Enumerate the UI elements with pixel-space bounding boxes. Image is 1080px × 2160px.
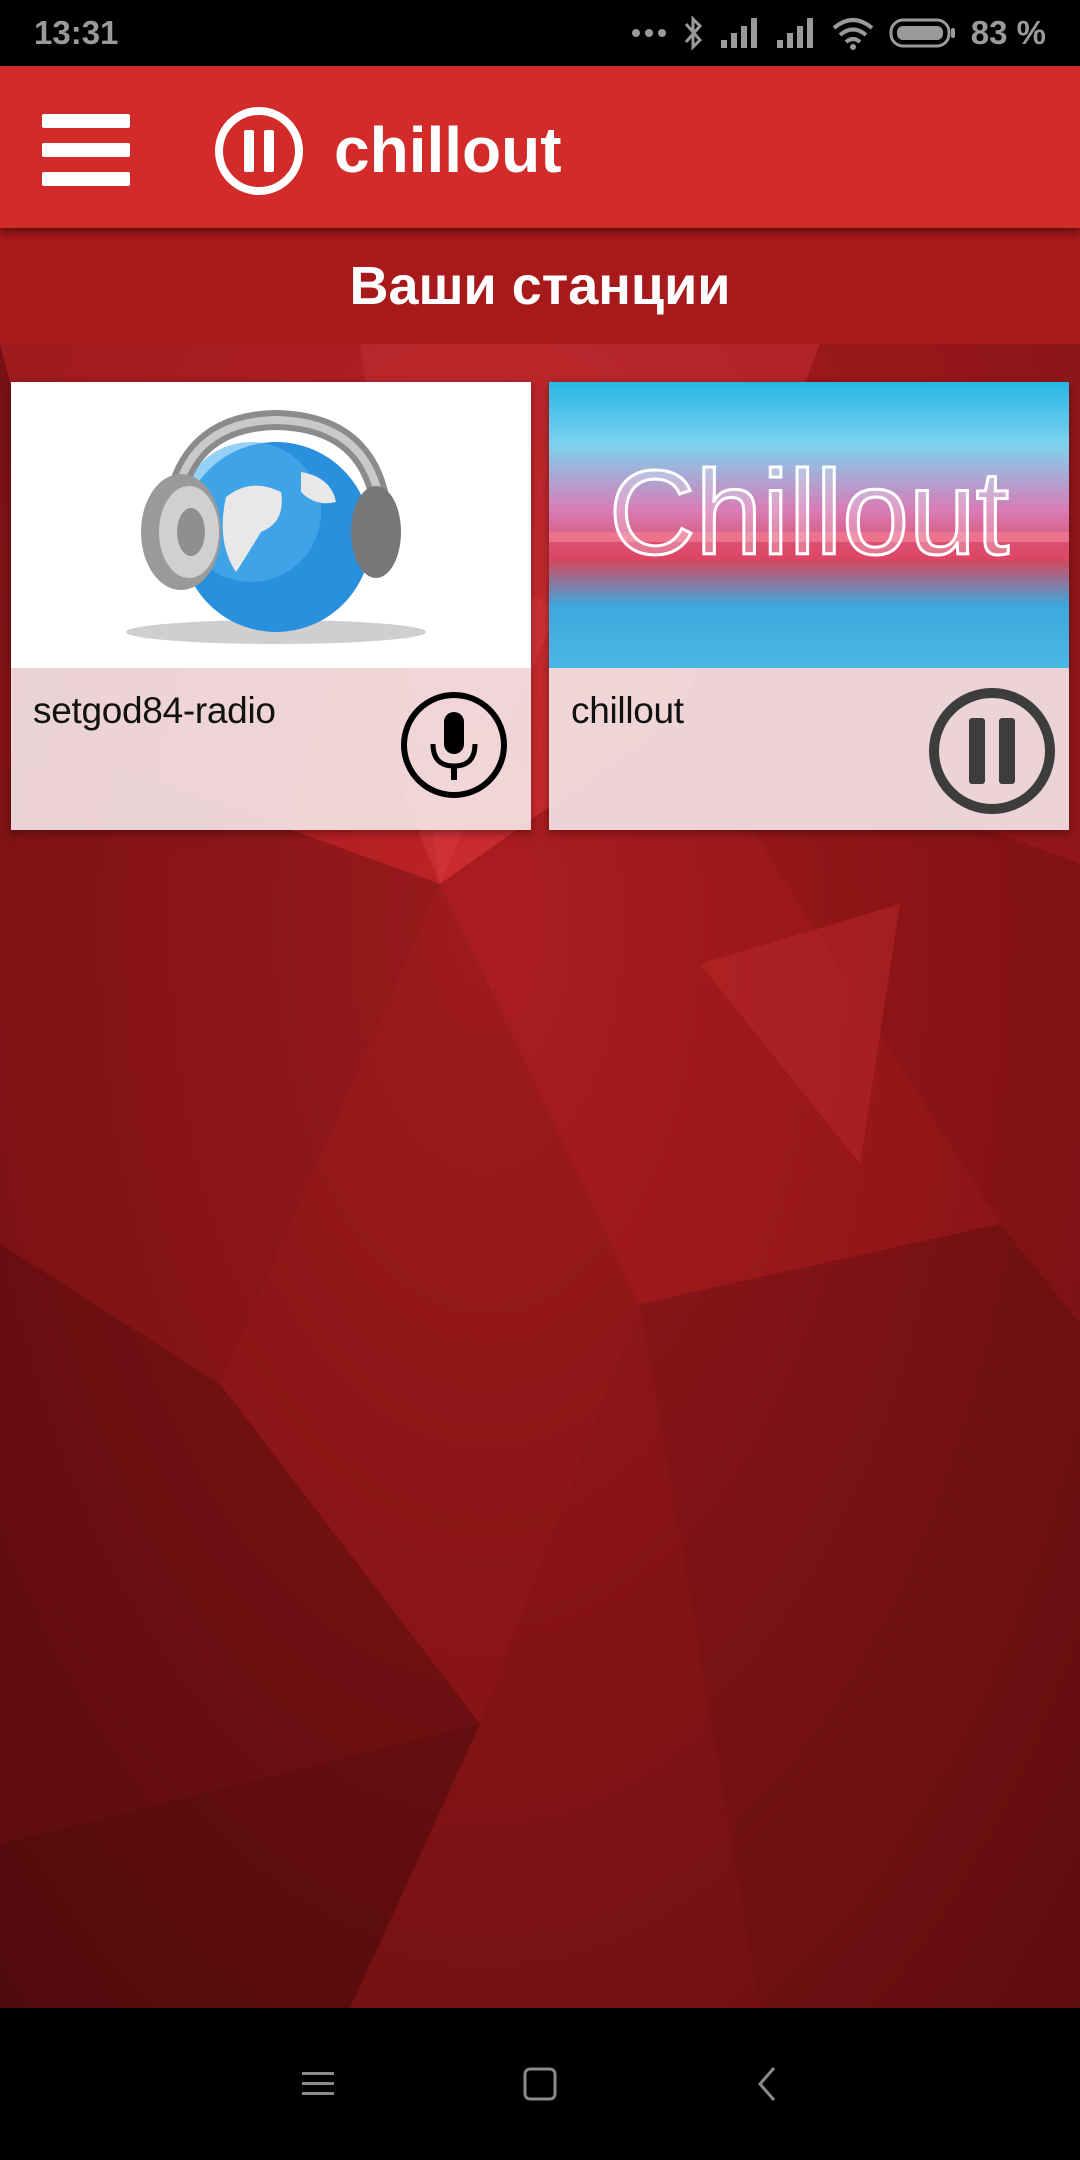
signal-icon <box>720 18 757 48</box>
microphone-icon[interactable] <box>399 690 509 800</box>
pause-circle-icon[interactable] <box>214 106 304 196</box>
headphones-globe-image <box>126 409 426 644</box>
station-artwork <box>11 382 531 668</box>
bluetooth-icon <box>684 15 702 51</box>
recents-menu-icon[interactable] <box>292 2058 344 2110</box>
hamburger-menu-icon[interactable] <box>42 114 130 186</box>
home-square-icon[interactable] <box>514 2058 566 2110</box>
station-footer: chillout <box>549 668 1069 830</box>
battery-icon <box>889 18 955 48</box>
wifi-icon <box>832 18 874 50</box>
station-name: chillout <box>571 690 684 731</box>
status-icons: 83 % <box>631 14 1046 52</box>
station-name: setgod84-radio <box>33 690 276 731</box>
app-bar: chillout <box>0 66 1080 228</box>
station-card[interactable]: setgod84-radio <box>11 382 531 830</box>
signal-icon <box>776 18 813 48</box>
artwork-text-fill: Chillout <box>609 446 1009 580</box>
dots-icon <box>631 29 666 37</box>
back-chevron-icon[interactable] <box>742 2058 794 2110</box>
pause-circle-icon[interactable] <box>927 686 1057 816</box>
navigation-bar <box>0 2008 1080 2160</box>
status-time: 13:31 <box>34 14 119 51</box>
station-footer: setgod84-radio <box>11 668 531 830</box>
app-title: chillout <box>334 114 562 186</box>
section-header: Ваши станции <box>0 228 1080 344</box>
chillout-sunset-image: Chillout Chillout <box>549 445 1069 582</box>
station-artwork: Chillout Chillout <box>549 382 1069 668</box>
station-card[interactable]: Chillout Chillout chillout <box>549 382 1069 830</box>
battery-percent: 83 % <box>970 14 1046 51</box>
status-bar: 13:31 83 % <box>0 0 1080 66</box>
section-title: Ваши станции <box>349 256 731 316</box>
